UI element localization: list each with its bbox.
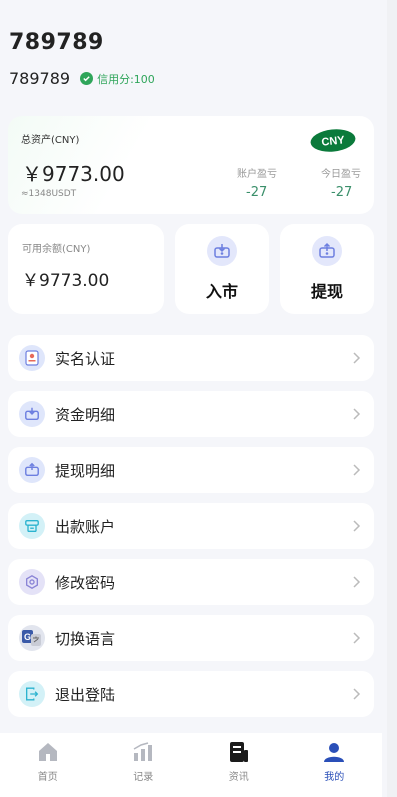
withdraw-icon (312, 236, 342, 266)
tab-news[interactable]: 资讯 (191, 733, 287, 797)
profile-icon (324, 743, 345, 762)
tab-label-news: 资讯 (228, 772, 249, 783)
menu-item-switch-language[interactable]: G 切换语言 (8, 615, 374, 661)
today-pnl-label: 今日盈亏 (321, 169, 361, 180)
profile-header: 789789 789789 信用分:100 (9, 30, 155, 88)
chevron-right-icon (353, 464, 361, 476)
cny-currency-icon: CNY (310, 129, 356, 152)
id-verify-icon (19, 345, 45, 371)
menu-item-change-password[interactable]: 修改密码 (8, 559, 374, 605)
deposit-label: 入市 (205, 282, 238, 301)
menu-item-fund-detail[interactable]: 资金明细 (8, 391, 374, 437)
chevron-right-icon (353, 632, 361, 644)
cny-badge-text: CNY (321, 134, 346, 148)
tab-home[interactable]: 首页 (0, 733, 96, 797)
bottom-tab-bar: 首页 记录 资讯 我的 (0, 733, 382, 797)
menu-label-payout-account: 出款账户 (55, 517, 116, 536)
chart-icon (133, 742, 153, 761)
tab-label-profile: 我的 (324, 772, 345, 783)
deposit-icon (207, 236, 237, 266)
chevron-right-icon (353, 688, 361, 700)
tab-records[interactable]: 记录 (96, 733, 192, 797)
menu-label-id-verify: 实名认证 (55, 349, 116, 368)
withdraw-detail-icon (19, 457, 45, 483)
logout-icon (19, 681, 45, 707)
menu-label-switch-language: 切换语言 (55, 629, 116, 648)
menu-label-logout: 退出登陆 (55, 685, 116, 704)
username: 789789 (9, 30, 104, 55)
tab-label-home: 首页 (37, 772, 58, 783)
deposit-button[interactable]: 入市 (175, 224, 269, 314)
total-assets-label: 总资产(CNY) (21, 135, 80, 146)
language-icon: G (19, 625, 45, 651)
available-balance-card: 可用余额(CNY) ￥9773.00 (8, 224, 164, 314)
menu-item-withdraw-detail[interactable]: 提现明细 (8, 447, 374, 493)
menu-item-logout[interactable]: 退出登陆 (8, 671, 374, 717)
today-pnl-value: -27 (331, 185, 353, 200)
credit-score-badge: 信用分:100 (80, 71, 155, 87)
menu-label-fund-detail: 资金明细 (55, 405, 116, 424)
menu-item-payout-account[interactable]: 出款账户 (8, 503, 374, 549)
menu-item-id-verify[interactable]: 实名认证 (8, 335, 374, 381)
available-balance-value: ￥9773.00 (22, 271, 110, 291)
withdraw-button[interactable]: 提现 (280, 224, 374, 314)
total-assets-usdt: ≈1348USDT (21, 189, 77, 199)
total-assets-card: 总资产(CNY) CNY ￥9773.00 ≈1348USDT 账户盈亏 -27… (8, 116, 374, 214)
svg-text:G: G (24, 632, 31, 642)
chevron-right-icon (353, 576, 361, 588)
chevron-right-icon (353, 408, 361, 420)
chevron-right-icon (353, 352, 361, 364)
password-icon (19, 569, 45, 595)
credit-icon (80, 72, 94, 85)
available-balance-label: 可用余额(CNY) (22, 244, 91, 255)
menu-label-change-password: 修改密码 (55, 573, 116, 592)
menu-label-withdraw-detail: 提现明细 (55, 461, 116, 480)
chevron-right-icon (353, 520, 361, 532)
payout-account-icon (19, 513, 45, 539)
user-id: 789789 (9, 69, 71, 88)
scrollbar[interactable] (387, 0, 397, 797)
account-pnl-value: -27 (246, 185, 268, 200)
total-assets-value: ￥9773.00 (22, 162, 125, 186)
tab-label-records: 记录 (133, 772, 154, 783)
home-icon (38, 743, 57, 761)
fund-detail-icon (19, 401, 45, 427)
news-icon (229, 742, 248, 762)
account-pnl-label: 账户盈亏 (237, 169, 277, 180)
tab-profile[interactable]: 我的 (287, 733, 383, 797)
withdraw-label: 提现 (310, 282, 343, 301)
credit-score-label: 信用分:100 (97, 72, 155, 86)
